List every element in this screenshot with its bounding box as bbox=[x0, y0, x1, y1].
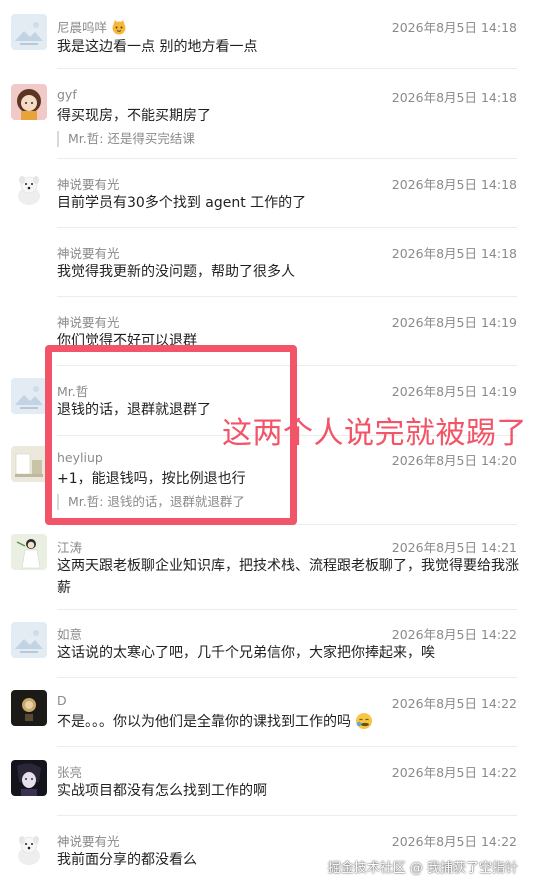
message-time: 2026年8月5日 14:19 bbox=[391, 315, 517, 330]
reply-quote[interactable]: Mr.哲: 还是得买完结课 bbox=[57, 131, 195, 147]
avatar[interactable] bbox=[11, 622, 47, 658]
message-time: 2026年8月5日 14:20 bbox=[391, 453, 517, 468]
message-time: 2026年8月5日 14:22 bbox=[391, 696, 517, 711]
face-emoji-icon bbox=[356, 713, 373, 729]
placeholder-avatar-icon bbox=[11, 14, 47, 50]
photo-avatar-icon bbox=[11, 446, 47, 482]
message-text: 目前学员有30多个找到 agent 工作的了 bbox=[57, 195, 307, 211]
sender-name: D bbox=[57, 693, 67, 708]
message-time: 2026年8月5日 14:22 bbox=[391, 765, 517, 780]
message-time: 2026年8月5日 14:22 bbox=[391, 834, 517, 849]
dark-anime-avatar-icon bbox=[11, 760, 47, 796]
message-time: 2026年8月5日 14:21 bbox=[391, 540, 517, 555]
message-time: 2026年8月5日 14:22 bbox=[391, 627, 517, 642]
cat-emoji-icon bbox=[112, 20, 126, 35]
message-time: 2026年8月5日 14:18 bbox=[391, 20, 517, 35]
divider bbox=[57, 158, 517, 159]
sender-name: 尼晨呜咩 bbox=[57, 17, 127, 36]
sender-name: gyf bbox=[57, 87, 77, 102]
message-text: 这两天跟老板聊企业知识库，把技术栈、流程跟老板聊了，我觉得要给我涨薪 bbox=[57, 558, 519, 596]
divider bbox=[57, 296, 517, 297]
avatar[interactable] bbox=[11, 378, 47, 414]
sender-name: 神说要有光 bbox=[57, 246, 120, 261]
message-text: 得买现房，不能买期房了 bbox=[57, 108, 211, 124]
divider bbox=[57, 227, 517, 228]
anime-figure-avatar-icon bbox=[11, 534, 47, 570]
watermark: 掘金技术社区 @ 我捕获了空指针 bbox=[327, 861, 518, 876]
sender-name: 如意 bbox=[57, 627, 83, 642]
white-dog-avatar-icon bbox=[11, 830, 47, 866]
message-text: 我觉得我更新的没问题，帮助了很多人 bbox=[57, 264, 295, 280]
avatar[interactable] bbox=[11, 84, 47, 120]
white-dog-avatar-icon bbox=[11, 170, 47, 206]
avatar[interactable] bbox=[11, 830, 47, 866]
placeholder-avatar-icon bbox=[11, 622, 47, 658]
message-text: 我是这边看一点 别的地方看一点 bbox=[57, 39, 258, 55]
cartoon-girl-avatar-icon bbox=[11, 84, 47, 120]
avatar[interactable] bbox=[11, 14, 47, 50]
divider bbox=[57, 746, 517, 747]
sender-name: 神说要有光 bbox=[57, 177, 120, 192]
sender-name: 神说要有光 bbox=[57, 834, 120, 849]
message-time: 2026年8月5日 14:18 bbox=[391, 90, 517, 105]
message-time: 2026年8月5日 14:18 bbox=[391, 246, 517, 261]
avatar[interactable] bbox=[11, 170, 47, 206]
avatar[interactable] bbox=[11, 446, 47, 482]
message-time: 2026年8月5日 14:19 bbox=[391, 384, 517, 399]
message-text: 实战项目都没有怎么找到工作的啊 bbox=[57, 783, 267, 799]
divider bbox=[57, 677, 517, 678]
divider bbox=[57, 815, 517, 816]
dark-photo-avatar-icon bbox=[11, 690, 47, 726]
avatar[interactable] bbox=[11, 690, 47, 726]
divider bbox=[57, 68, 517, 69]
sender-name: 张亮 bbox=[57, 765, 83, 780]
avatar[interactable] bbox=[11, 534, 47, 570]
sender-name: 江涛 bbox=[57, 540, 83, 555]
avatar[interactable] bbox=[11, 760, 47, 796]
sender-name: 神说要有光 bbox=[57, 315, 120, 330]
message-text: 不是。。。你以为他们是全靠你的课找到工作的吗 bbox=[57, 711, 527, 733]
message-text: 这话说的太寒心了吧，几千个兄弟信你，大家把你捧起来，唉 bbox=[57, 645, 435, 661]
message-time: 2026年8月5日 14:18 bbox=[391, 177, 517, 192]
annotation-text: 这两个人说完就被踢了 bbox=[222, 416, 527, 451]
placeholder-avatar-icon bbox=[11, 378, 47, 414]
divider bbox=[57, 609, 517, 610]
